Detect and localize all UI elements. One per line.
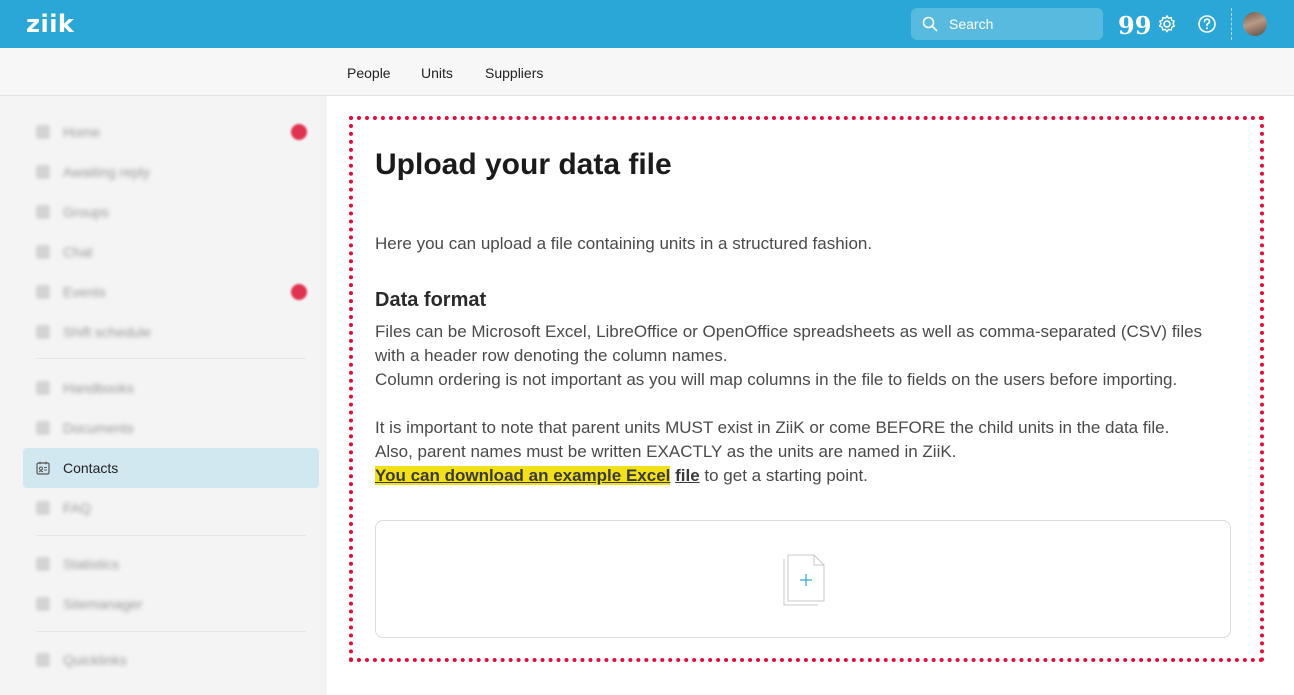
header-divider — [1231, 8, 1232, 40]
contacts-icon — [36, 461, 50, 475]
note-text-line-1: It is important to note that parent unit… — [375, 418, 1170, 437]
sidebar-item-label: Handbooks — [63, 380, 134, 396]
download-example-link-tail[interactable]: file — [675, 466, 700, 485]
home-icon — [36, 125, 50, 139]
chart-icon — [36, 557, 50, 571]
sidebar-item-chat[interactable]: Chat — [23, 232, 319, 272]
sidebar-item-label: Chat — [63, 244, 93, 260]
link-icon — [36, 653, 50, 667]
sidebar-divider — [36, 535, 306, 536]
sidebar-item-shift-schedule[interactable]: Shift schedule — [23, 312, 319, 352]
sidebar-item-events[interactable]: Events — [23, 272, 319, 312]
sidebar-item-label: Shift schedule — [63, 324, 151, 340]
sidebar-item-home[interactable]: Home — [23, 112, 319, 152]
top-bar: ziik 99 — [0, 0, 1294, 48]
search-box[interactable] — [911, 8, 1103, 40]
chat-icon — [36, 245, 50, 259]
search-input[interactable] — [949, 15, 1089, 33]
sidebar-item-handbooks[interactable]: Handbooks — [23, 368, 319, 408]
sidebar-item-statistics[interactable]: Statistics — [23, 544, 319, 584]
page-title: Upload your data file — [375, 148, 672, 181]
sub-navigation: People Units Suppliers — [0, 48, 1294, 96]
format-text-line-2: with a header row denoting the column na… — [375, 346, 728, 365]
search-icon — [922, 16, 938, 32]
schedule-icon — [36, 325, 50, 339]
sidebar-item-label: FAQ — [63, 500, 92, 516]
sidebar-item-label: Awaiting reply — [63, 164, 150, 180]
quote-icon[interactable]: 99 — [1118, 14, 1151, 38]
ziik-logo[interactable]: ziik — [26, 10, 74, 38]
sidebar-item-documents[interactable]: Documents — [23, 408, 319, 448]
sidebar-item-quicklinks[interactable]: Quicklinks — [23, 640, 319, 680]
sidebar-item-label: Documents — [63, 420, 134, 436]
tab-people[interactable]: People — [347, 65, 391, 81]
groups-icon — [36, 205, 50, 219]
note-text-line-2: Also, parent names must be written EXACT… — [375, 442, 957, 461]
help-icon[interactable] — [1197, 14, 1217, 34]
bell-icon — [36, 165, 50, 179]
avatar[interactable] — [1243, 12, 1267, 36]
add-file-icon — [783, 554, 825, 606]
tab-units[interactable]: Units — [421, 65, 453, 81]
format-text-line-3: Column ordering is not important as you … — [375, 370, 1178, 389]
notification-badge — [291, 124, 307, 140]
sidebar-item-label: Sitemanager — [63, 596, 143, 612]
download-example-link[interactable]: You can download an example Excel — [375, 466, 671, 485]
sidebar-item-groups[interactable]: Groups — [23, 192, 319, 232]
calendar-icon — [36, 285, 50, 299]
file-dropzone[interactable] — [375, 520, 1231, 638]
sidebar-item-label: Quicklinks — [63, 652, 127, 668]
intro-text: Here you can upload a file containing un… — [375, 234, 873, 253]
sidebar-item-label: Contacts — [63, 460, 119, 476]
tab-suppliers[interactable]: Suppliers — [485, 65, 543, 81]
gear-icon[interactable] — [1157, 14, 1177, 34]
sidebar-item-contacts[interactable]: Contacts — [23, 448, 319, 488]
format-text-line-1: Files can be Microsoft Excel, LibreOffic… — [375, 322, 1203, 341]
sidebar-item-awaiting-reply[interactable]: Awaiting reply — [23, 152, 319, 192]
download-line: You can download an example Excel file t… — [375, 464, 868, 488]
sidebar-item-label: Events — [63, 284, 106, 300]
sidebar-divider — [36, 358, 306, 359]
person-icon — [36, 597, 50, 611]
download-suffix-text: to get a starting point. — [699, 466, 868, 485]
sidebar-item-faq[interactable]: FAQ — [23, 488, 319, 528]
sidebar-item-label: Home — [63, 124, 101, 140]
faq-icon — [36, 501, 50, 515]
sidebar-item-label: Groups — [63, 204, 109, 220]
document-icon — [36, 421, 50, 435]
sidebar-item-sitemanager[interactable]: Sitemanager — [23, 584, 319, 624]
book-icon — [36, 381, 50, 395]
sidebar-divider — [36, 631, 306, 632]
notification-badge — [291, 284, 307, 300]
data-format-heading: Data format — [375, 289, 487, 311]
sidebar-item-label: Statistics — [63, 556, 120, 572]
